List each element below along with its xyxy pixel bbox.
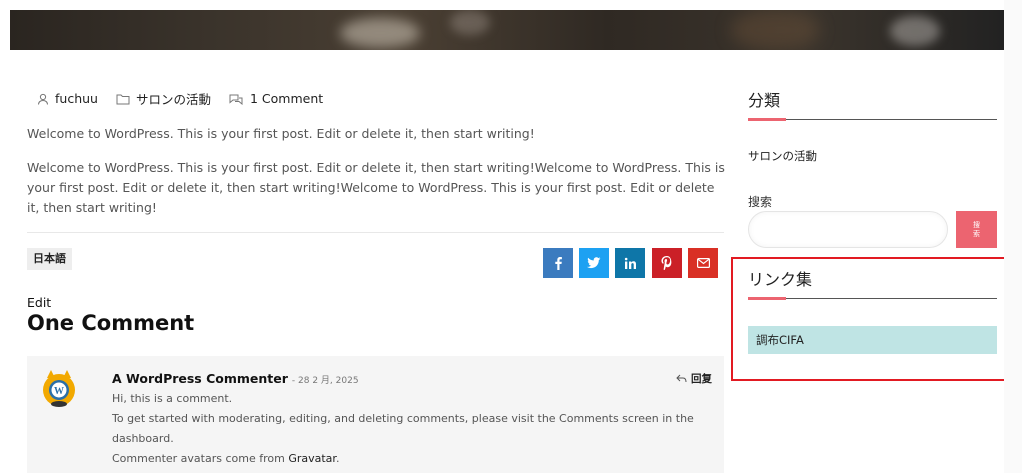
user-icon bbox=[38, 93, 48, 105]
page-edge bbox=[1004, 0, 1022, 473]
comment-author[interactable]: A WordPress Commenter - 28 2 月, 2025 bbox=[112, 371, 359, 386]
comment-line: Commenter avatars come from Gravatar. bbox=[112, 452, 340, 465]
share-pinterest-button[interactable] bbox=[652, 248, 682, 278]
widget-accent bbox=[748, 118, 786, 121]
twitter-icon bbox=[587, 257, 601, 269]
reply-label: 回复 bbox=[691, 373, 712, 385]
links-widget-title: リンク集 bbox=[748, 270, 813, 289]
post-comments-link[interactable]: 1 Comment bbox=[229, 91, 323, 106]
comments-count: 1 Comment bbox=[249, 91, 324, 106]
gravatar-link[interactable]: Gravatar bbox=[288, 452, 336, 465]
share-twitter-button[interactable] bbox=[579, 248, 609, 278]
post-author[interactable]: fuchuu bbox=[37, 91, 98, 106]
facebook-icon bbox=[555, 257, 562, 270]
comment-line: Hi, this is a comment. bbox=[112, 392, 233, 405]
categories-widget-title: 分類 bbox=[748, 91, 781, 110]
post-paragraph: Welcome to WordPress. This is your first… bbox=[27, 160, 725, 215]
share-facebook-button[interactable] bbox=[543, 248, 573, 278]
search-label: 搜索 bbox=[748, 195, 773, 209]
comment-line: To get started with moderating, editing,… bbox=[112, 412, 694, 445]
share-email-button[interactable] bbox=[688, 248, 718, 278]
edit-link[interactable]: Edit bbox=[27, 295, 51, 310]
svg-text:W: W bbox=[54, 386, 64, 397]
share-linkedin-button[interactable] bbox=[615, 248, 645, 278]
reply-button[interactable]: 回复 bbox=[676, 371, 712, 386]
search-button-label: 搜索 bbox=[973, 220, 980, 238]
post-category[interactable]: サロンの活動 bbox=[116, 89, 211, 108]
widget-accent bbox=[748, 297, 786, 300]
hero-image bbox=[10, 10, 1004, 50]
comment-author-name: A WordPress Commenter bbox=[112, 371, 288, 386]
divider bbox=[27, 232, 724, 233]
folder-icon bbox=[116, 94, 130, 104]
comments-heading: One Comment bbox=[27, 311, 195, 335]
search-input[interactable] bbox=[748, 211, 948, 248]
comment-item: W A WordPress Commenter - 28 2 月, 2025 回复… bbox=[27, 356, 724, 473]
comment-date: - 28 2 月, 2025 bbox=[291, 376, 359, 386]
linkedin-icon bbox=[624, 257, 636, 269]
pinterest-icon bbox=[661, 256, 672, 270]
blogroll-link[interactable]: 調布CIFA bbox=[748, 326, 997, 354]
author-name: fuchuu bbox=[55, 91, 98, 106]
post-paragraph: Welcome to WordPress. This is your first… bbox=[27, 126, 535, 141]
comment-body: Hi, this is a comment. To get started wi… bbox=[112, 389, 702, 469]
email-icon bbox=[696, 258, 710, 268]
post-meta: fuchuu サロンの活動 1 Comment bbox=[37, 89, 341, 108]
category-name: サロンの活動 bbox=[135, 92, 211, 107]
avatar: W bbox=[43, 370, 75, 407]
comment-icon bbox=[229, 94, 243, 105]
reply-icon bbox=[676, 374, 687, 383]
search-button[interactable]: 搜索 bbox=[956, 211, 997, 248]
language-tag[interactable]: 日本語 bbox=[27, 248, 72, 270]
category-link[interactable]: サロンの活動 bbox=[748, 148, 817, 164]
